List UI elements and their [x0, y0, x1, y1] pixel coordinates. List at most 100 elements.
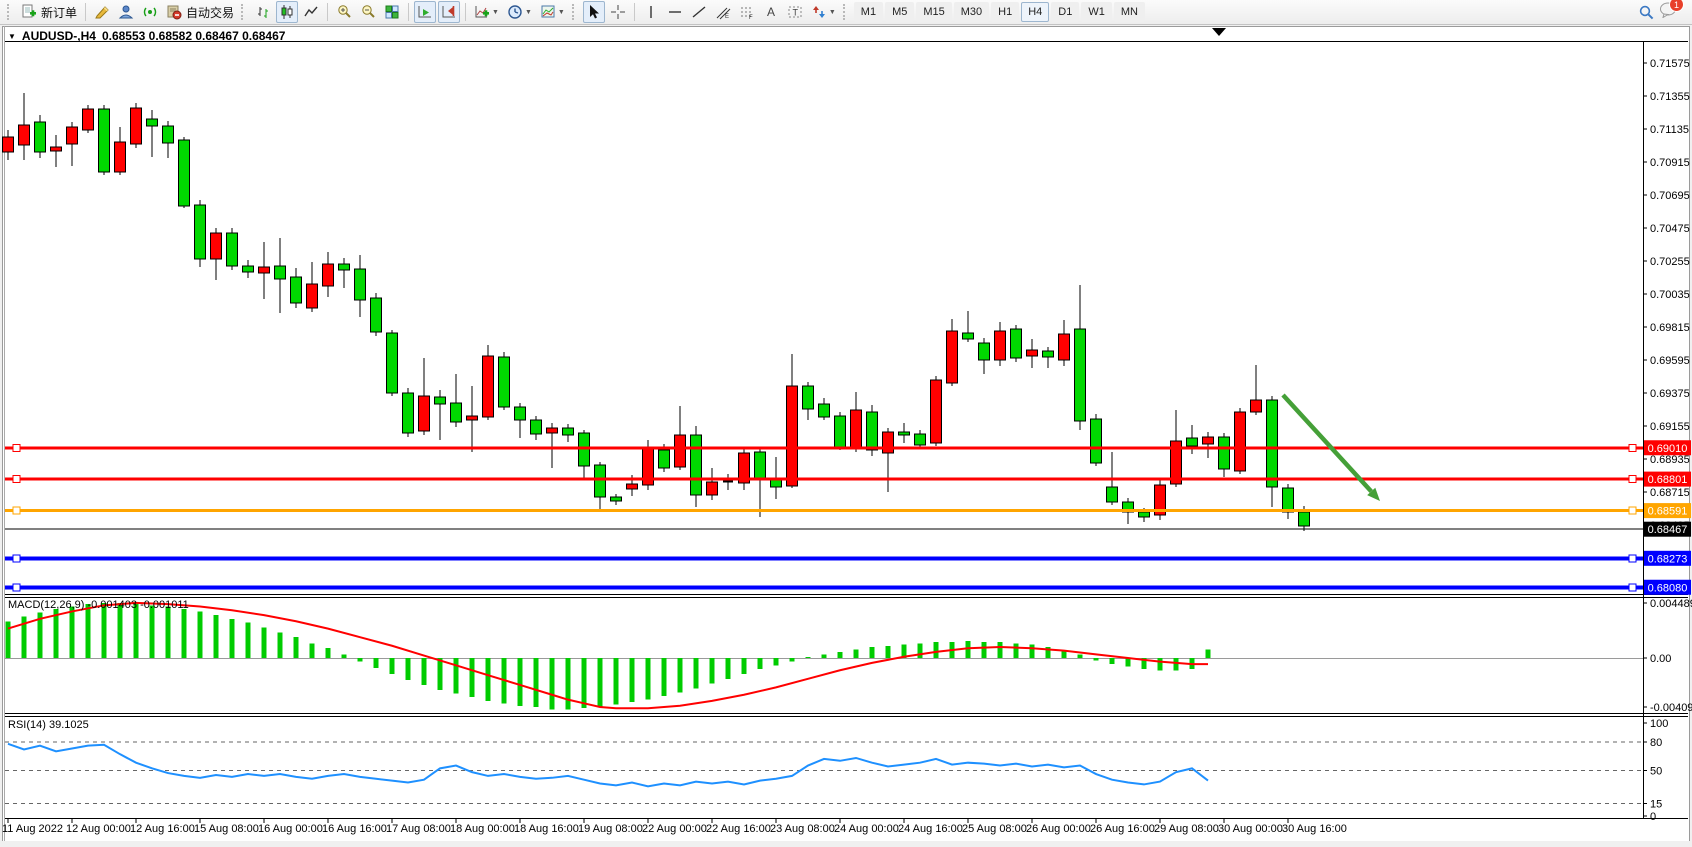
candle	[1267, 400, 1278, 487]
svg-text:23 Aug 08:00: 23 Aug 08:00	[770, 823, 835, 835]
svg-text:17 Aug 08:00: 17 Aug 08:00	[386, 823, 451, 835]
rsi-pane[interactable]: RSI(14) 39.10251008050150	[5, 718, 1668, 823]
timeframe-h4-button[interactable]: H4	[1021, 2, 1049, 22]
indicators-button[interactable]: ▼	[471, 1, 502, 23]
svg-text:0.69595: 0.69595	[1650, 355, 1690, 367]
arrows-button[interactable]: ▼	[808, 1, 839, 23]
candle	[83, 109, 94, 130]
timeframe-m1-button[interactable]: M1	[854, 2, 883, 22]
chart-title: ▼ AUDUSD-,H4 0.68553 0.68582 0.68467 0.6…	[8, 29, 285, 43]
svg-text:0.69010: 0.69010	[1648, 443, 1688, 455]
dropdown-arrow-icon: ▼	[558, 9, 565, 16]
candle	[403, 393, 414, 433]
toolbar-separator	[465, 3, 466, 21]
candle	[899, 432, 910, 435]
toolbar-grip[interactable]	[843, 4, 850, 20]
horizontal-line-icon	[667, 4, 683, 20]
chart-shift-button[interactable]	[438, 1, 460, 23]
zoom-out-icon	[360, 4, 376, 20]
periods-button[interactable]: ▼	[504, 1, 535, 23]
main-toolbar: 新订单 自动交易 ▼ ▼ ▼ E F	[0, 0, 1692, 25]
candle	[163, 126, 174, 143]
toolbar-grip[interactable]	[7, 4, 14, 20]
toolbar-separator	[327, 3, 328, 21]
candle	[1043, 351, 1054, 357]
timeframe-m30-button[interactable]: M30	[954, 2, 989, 22]
chart-canvas[interactable]: 0.715750.713550.711350.709150.706950.704…	[0, 0, 1692, 847]
svg-text:22 Aug 16:00: 22 Aug 16:00	[706, 823, 771, 835]
timeframe-m15-button[interactable]: M15	[916, 2, 951, 22]
fibonacci-button[interactable]: F	[736, 1, 758, 23]
cursor-button[interactable]	[583, 1, 605, 23]
text-label-button[interactable]: T	[784, 1, 806, 23]
candle	[339, 264, 350, 270]
candle	[291, 277, 302, 303]
candle	[99, 109, 110, 172]
toolbar-grip[interactable]	[241, 4, 248, 20]
signals-button[interactable]	[139, 1, 161, 23]
auto-trading-button[interactable]: 自动交易	[163, 1, 237, 23]
bar-chart-button[interactable]	[252, 1, 274, 23]
candle	[1139, 512, 1150, 517]
svg-text:0.70695: 0.70695	[1650, 190, 1690, 202]
hline-0.68080[interactable]: 0.68080	[5, 580, 1691, 595]
hline-0.68273[interactable]: 0.68273	[5, 551, 1691, 566]
candle	[579, 433, 590, 466]
timeframe-group: M1M5M15M30H1H4D1W1MN	[853, 2, 1146, 22]
svg-text:29 Aug 08:00: 29 Aug 08:00	[1154, 823, 1219, 835]
candle	[611, 497, 622, 501]
chart-wizard-icon	[94, 4, 110, 20]
periods-icon	[507, 4, 523, 20]
svg-text:0.68935: 0.68935	[1650, 454, 1690, 466]
svg-text:-0.004098: -0.004098	[1650, 702, 1692, 714]
notifications[interactable]: 1	[1659, 1, 1678, 23]
collapse-icon[interactable]: ▼	[8, 32, 16, 41]
candle	[883, 432, 894, 453]
toolbar-grip[interactable]	[572, 4, 579, 20]
text-label-icon: T	[787, 4, 803, 20]
channel-button[interactable]: E	[712, 1, 734, 23]
candle	[1283, 488, 1294, 512]
arrows-icon	[811, 4, 827, 20]
templates-button[interactable]: ▼	[537, 1, 568, 23]
timeframe-mn-button[interactable]: MN	[1114, 2, 1145, 22]
trendline-button[interactable]	[688, 1, 710, 23]
hline-0.68467[interactable]: 0.68467	[5, 522, 1691, 537]
line-chart-button[interactable]	[300, 1, 322, 23]
candle	[835, 416, 846, 447]
chart-wizard-button[interactable]	[91, 1, 113, 23]
hline-0.68591[interactable]: 0.68591	[5, 503, 1691, 518]
hline-0.68801[interactable]: 0.68801	[5, 472, 1691, 487]
search-button[interactable]	[1635, 1, 1658, 23]
candle	[131, 108, 142, 144]
hline-0.69010[interactable]: 0.69010	[5, 440, 1691, 455]
svg-text:E: E	[725, 14, 729, 20]
auto-scroll-button[interactable]	[414, 1, 436, 23]
date-axis[interactable]: 11 Aug 202212 Aug 00:0012 Aug 16:0015 Au…	[2, 819, 1347, 836]
macd-pane[interactable]: MACD(12,26,9) -0.001403 -0.0010110.00448…	[5, 598, 1692, 714]
vertical-line-button[interactable]	[640, 1, 662, 23]
text-button[interactable]: A	[760, 1, 782, 23]
zoom-out-button[interactable]	[357, 1, 379, 23]
candle	[67, 127, 78, 144]
crosshair-button[interactable]	[607, 1, 629, 23]
candle	[451, 403, 462, 422]
timeframe-d1-button[interactable]: D1	[1051, 2, 1079, 22]
timeframe-w1-button[interactable]: W1	[1081, 2, 1112, 22]
zoom-in-button[interactable]	[333, 1, 355, 23]
candle	[3, 137, 14, 152]
timeframe-h1-button[interactable]: H1	[991, 2, 1019, 22]
new-order-button[interactable]: 新订单	[18, 1, 80, 23]
horizontal-line-button[interactable]	[664, 1, 686, 23]
candle	[387, 333, 398, 393]
profile-button[interactable]	[115, 1, 137, 23]
svg-text:16 Aug 00:00: 16 Aug 00:00	[258, 823, 323, 835]
new-order-icon	[21, 4, 37, 20]
candle	[371, 298, 382, 332]
tile-windows-button[interactable]	[381, 1, 403, 23]
timeframe-m5-button[interactable]: M5	[885, 2, 914, 22]
candle	[1203, 437, 1214, 444]
symbol-period-label: AUDUSD-,H4	[22, 29, 96, 43]
chart-shift-icon	[441, 4, 457, 20]
candlestick-button[interactable]	[276, 1, 298, 23]
